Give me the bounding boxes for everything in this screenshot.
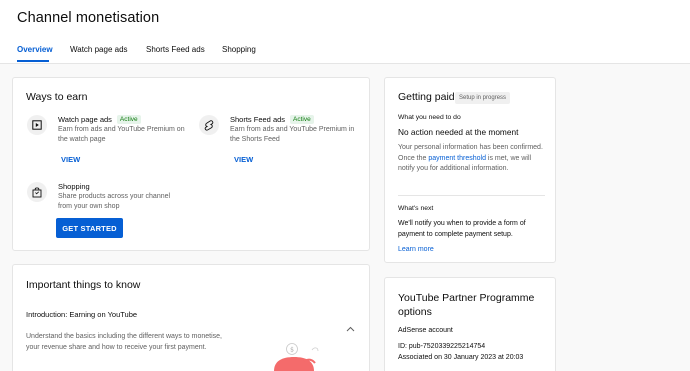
earn-item-label: Shopping [58, 182, 90, 191]
shorts-icon [199, 115, 219, 135]
getting-paid-card: Getting paid Setup in progress What you … [384, 77, 556, 263]
important-things-card: Important things to know Introduction: E… [12, 264, 370, 371]
status-badge: Active [116, 115, 141, 124]
earn-item-shopping: Shopping Share products across your chan… [27, 182, 187, 222]
view-shorts-feed-ads-button[interactable]: VIEW [234, 155, 253, 164]
section-body: Understand the basics including the diff… [26, 333, 222, 351]
learn-more-link[interactable]: Learn more [398, 246, 434, 253]
earn-item-shorts-feed-ads: Shorts Feed ads Active Earn from ads and … [199, 115, 364, 185]
associated-date: Associated on 30 January 2023 at 20:03 [398, 354, 524, 361]
earn-item-label: Watch page ads [58, 115, 112, 124]
status-badge: Active [290, 115, 314, 124]
earn-item-description: Earn from ads and YouTube Premium on the… [58, 126, 185, 143]
divider [398, 195, 545, 196]
earn-item-description: Share products across your channel from … [58, 193, 171, 210]
payment-threshold-link[interactable]: payment threshold [428, 155, 486, 162]
shopping-bag-icon [27, 182, 47, 202]
active-tab-indicator [17, 60, 49, 62]
get-started-button[interactable]: GET STARTED [56, 218, 123, 238]
important-things-title: Important things to know [26, 279, 141, 291]
tab-shorts-feed-ads[interactable]: Shorts Feed ads [146, 45, 205, 54]
page-header: Channel monetisation Overview Watch page… [0, 0, 690, 64]
partner-programme-title: YouTube Partner Programme options [398, 292, 535, 318]
partner-programme-card: YouTube Partner Programme options AdSens… [384, 277, 556, 371]
view-watch-page-ads-button[interactable]: VIEW [61, 155, 80, 164]
tab-shopping[interactable]: Shopping [222, 45, 256, 54]
adsense-id: ID: pub-7520339225214754 [398, 343, 486, 350]
earn-item-description: Earn from ads and YouTube Premium in the… [230, 126, 355, 143]
chevron-up-icon[interactable] [346, 319, 355, 337]
tab-watch-page-ads[interactable]: Watch page ads [70, 45, 128, 54]
page-title: Channel monetisation [17, 10, 160, 26]
adsense-label: AdSense account [398, 327, 453, 334]
svg-text:$: $ [290, 347, 294, 354]
todo-label: What you need to do [398, 114, 461, 121]
ways-to-earn-title: Ways to earn [26, 91, 88, 103]
earn-item-watch-page-ads: Watch page ads Active Earn from ads and Y… [27, 115, 187, 185]
status-chip: Setup in progress [455, 92, 511, 104]
earn-item-name: Shorts Feed ads Active [230, 115, 314, 124]
piggy-bank-illustration: $ [268, 341, 328, 371]
todo-value: No action needed at the moment [398, 127, 519, 137]
play-square-icon [27, 115, 47, 135]
next-label: What's next [398, 205, 434, 212]
getting-paid-title: Getting paid [398, 91, 455, 103]
tab-overview[interactable]: Overview [17, 45, 53, 54]
earn-item-label: Shorts Feed ads [230, 115, 286, 124]
section-title[interactable]: Introduction: Earning on YouTube [26, 310, 137, 319]
todo-body: Your personal information has been confi… [398, 143, 546, 175]
next-body: We'll notify you when to provide a form … [398, 220, 526, 238]
earn-item-name: Watch page ads Active [58, 115, 141, 124]
